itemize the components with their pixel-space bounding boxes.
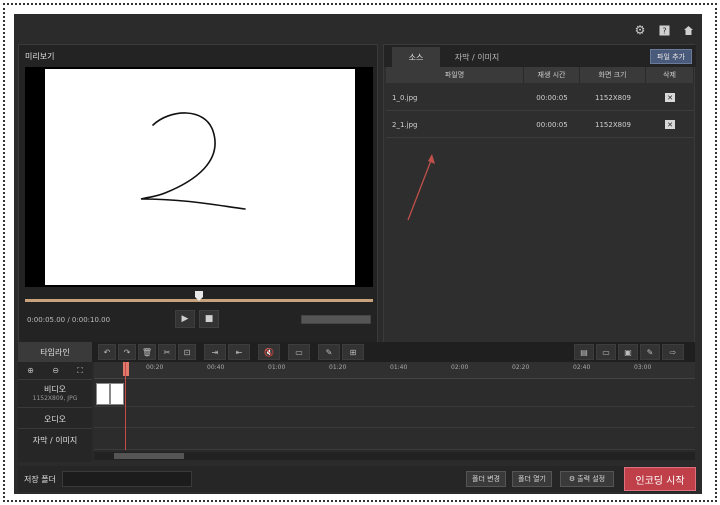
timecode: 0:00:05.00 / 0:00:10.00 [27,316,111,324]
col-delete: 삭제 [646,67,694,83]
preview-image [45,69,355,285]
file-name: 2_1.jpg [392,120,418,129]
col-duration[interactable]: 재생 시간 [524,67,580,83]
edit-file-icon[interactable]: ✎ [640,344,660,360]
table-row[interactable]: 2_1.jpg 00:00:05 1152X809 ✕ [386,112,694,138]
move-right-icon[interactable]: ⇤ [228,344,250,360]
audio-track-label: 오디오 [18,407,92,428]
zoom-out-icon[interactable]: ⊖ [52,366,59,375]
folder-icon[interactable]: ▭ [596,344,616,360]
annotation-arrow [407,154,435,221]
ruler-tick: 01:20 [329,364,347,371]
open-folder-button[interactable]: 폴더 열기 [512,471,552,487]
output-settings-button[interactable]: ⚙ 출력 설정 [560,471,614,487]
zoom-in-icon[interactable]: ⊕ [27,366,34,375]
time-ruler[interactable]: 00:20 00:40 01:00 01:20 01:40 02:00 02:2… [94,362,695,379]
ruler-tick: 02:40 [573,364,591,371]
ruler-tick: 02:20 [512,364,530,371]
playhead[interactable] [125,362,126,450]
volume-slider[interactable] [301,315,371,324]
ruler-tick: 01:40 [390,364,408,371]
file-size: 1152X809 [595,120,631,129]
ruler-tick: 02:00 [451,364,469,371]
ruler-tick: 00:40 [207,364,225,371]
timeline-label: 타임라인 [18,342,92,362]
ruler-tick: 03:00 [634,364,652,371]
ruler-tick: 00:20 [146,364,164,371]
cut-icon[interactable]: ✂ [158,344,176,360]
subtitle-icon[interactable]: ▭ [288,344,310,360]
delete-icon[interactable]: ✕ [665,120,675,129]
edit-icon[interactable]: ✎ [318,344,340,360]
split-icon[interactable]: ⊞ [342,344,364,360]
col-filename[interactable]: 파일명 [386,67,524,83]
save-folder-label: 저장 폴더 [24,475,56,484]
undo-icon[interactable]: ↶ [98,344,116,360]
stop-button[interactable]: ■ [199,310,219,328]
mute-icon[interactable]: 🔇 [258,344,280,360]
timeline-scrollbar[interactable] [94,452,695,460]
bottom-bar: 저장 폴더 폴더 변경 폴더 열기 ⚙ 출력 설정 인코딩 시작 [18,466,696,492]
play-button[interactable]: ▶ [175,310,195,328]
preview-title: 미리보기 [25,52,55,61]
video-track-label: 비디오 1152X809, JPG [18,379,92,407]
fit-icon[interactable]: ⛶ [77,366,83,376]
add-file-button[interactable]: 파일 추가 [650,49,692,64]
start-encoding-button[interactable]: 인코딩 시작 [624,467,696,491]
svg-text:?: ? [662,26,666,35]
scrollbar-thumb[interactable] [114,453,184,459]
tab-subtitle-image[interactable]: 자막 / 이미지 [446,47,508,67]
video-sub-label: 1152X809, JPG [32,395,78,402]
save-icon[interactable]: ▣ [618,344,638,360]
top-bar: ⚙ ? [14,14,702,46]
crop-icon[interactable]: ⊡ [178,344,196,360]
preview-panel: 미리보기 0:00:05.00 / 0:00:10.00 ▶ ■ [18,44,378,350]
file-table-header: 파일명 재생 시간 화면 크기 삭제 [386,67,694,83]
subtitle-track-label: 자막 / 이미지 [18,428,92,450]
film-icon[interactable]: ▤ [574,344,594,360]
output-settings-label: 출력 설정 [577,475,606,483]
timeline-toolbar: 타임라인 ↶ ↷ 🗑 ✂ ⊡ ⇥ ⇤ 🔇 ▭ ✎ ⊞ ▤ ▭ ▣ ✎ ⇨ [18,342,695,362]
gear-icon[interactable]: ⚙ [632,22,648,38]
track-headers: ⊕ ⊖ ⛶ 비디오 1152X809, JPG 오디오 자막 / 이미지 [18,362,92,462]
playhead-handle[interactable] [123,362,129,376]
source-tabs: 소스 자막 / 이미지 파일 추가 [384,45,696,67]
video-label: 비디오 [43,385,67,394]
delete-icon[interactable]: ✕ [665,93,675,102]
subtitle-track[interactable] [94,428,695,450]
delete-icon[interactable]: 🗑 [138,344,156,360]
table-row[interactable]: 1_0.jpg 00:00:05 1152X809 ✕ [386,85,694,111]
save-folder-path[interactable] [62,471,192,487]
tab-source[interactable]: 소스 [392,47,440,67]
audio-track[interactable] [94,407,695,428]
export-icon[interactable]: ⇨ [662,344,684,360]
file-duration: 00:00:05 [536,93,568,102]
ruler-tick: 01:00 [268,364,286,371]
video-editor-window: ⚙ ? 미리보기 0:00:05.00 / 0:00:10.00 ▶ ■ 소스 … [14,14,702,494]
move-left-icon[interactable]: ⇥ [204,344,226,360]
file-size: 1152X809 [595,93,631,102]
help-icon[interactable]: ? [656,22,672,38]
col-size[interactable]: 화면 크기 [580,67,646,83]
home-icon[interactable] [680,22,696,38]
change-folder-button[interactable]: 폴더 변경 [466,471,506,487]
redo-icon[interactable]: ↷ [118,344,136,360]
preview-canvas [25,67,373,287]
file-duration: 00:00:05 [536,120,568,129]
file-name: 1_0.jpg [392,93,418,102]
tracks-area [94,379,695,462]
gear-icon: ⚙ [568,475,576,483]
video-clip[interactable] [110,383,124,405]
timeline: ⊕ ⊖ ⛶ 비디오 1152X809, JPG 오디오 자막 / 이미지 00:… [18,362,695,462]
video-clip[interactable] [96,383,110,405]
source-panel: 소스 자막 / 이미지 파일 추가 파일명 재생 시간 화면 크기 삭제 1_0… [383,44,696,350]
video-track[interactable] [94,379,695,407]
